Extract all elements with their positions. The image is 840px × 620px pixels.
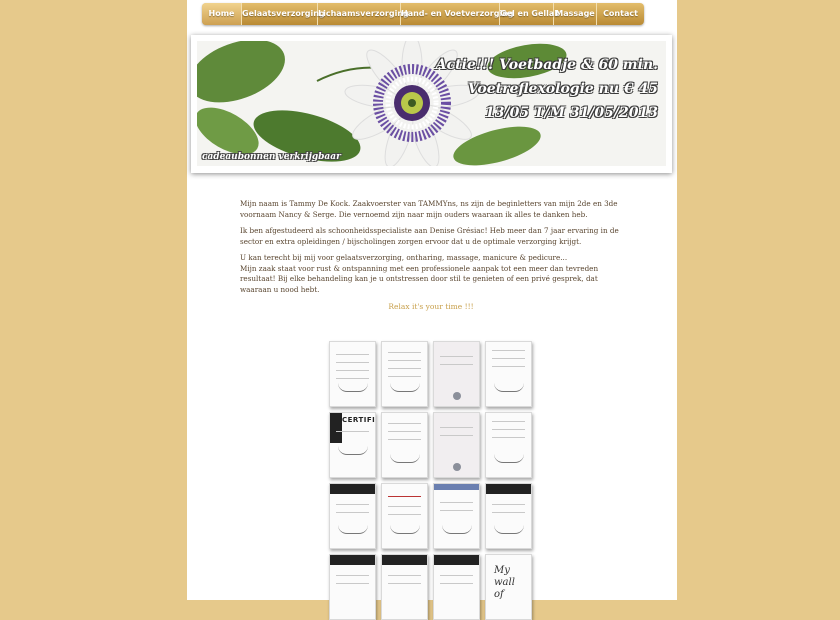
wall-text-1: My <box>494 565 510 576</box>
certificate-thumbnail[interactable] <box>329 341 376 407</box>
certificate-thumbnail[interactable] <box>381 341 428 407</box>
wall-text-3: of <box>494 589 504 600</box>
certificate-thumbnail[interactable] <box>381 412 428 478</box>
certificate-thumbnail[interactable] <box>485 483 532 549</box>
nav-hand-en-voetverzorging[interactable]: Hand- en Voetverzorging <box>401 3 514 25</box>
certificate-thumbnail[interactable]: CERTIFIC <box>329 412 376 478</box>
certificate-thumbnail[interactable] <box>485 341 532 407</box>
certificate-thumbnail[interactable] <box>381 554 428 620</box>
intro-paragraph-1: Mijn naam is Tammy De Kock. Zaakvoerster… <box>240 199 618 219</box>
certificate-thumbnail[interactable] <box>381 483 428 549</box>
certificate-thumbnail[interactable] <box>433 341 480 407</box>
nav-lichaamsverzorging[interactable]: Lichaamsverzorging <box>318 3 409 25</box>
nav-gelaatsverzorging[interactable]: Gelaatsverzorging <box>242 3 325 25</box>
intro-text: Mijn naam is Tammy De Kock. Zaakvoerster… <box>240 199 622 301</box>
gift-vouchers-text: cadeaubonnen verkrijgbaar <box>202 152 341 162</box>
nav-home[interactable]: Home <box>202 3 242 25</box>
certificate-thumbnail[interactable] <box>433 554 480 620</box>
nav-gel-en-gellak[interactable]: Gel en Gellak <box>500 3 560 25</box>
promo-line-3: 13/05 T/M 31/05/2013 <box>484 105 658 121</box>
wall-text-2: wall <box>494 577 515 588</box>
intro-paragraph-2: Ik ben afgestudeerd als schoonheidsspeci… <box>240 226 619 246</box>
intro-paragraph-3a: U kan terecht bij mij voor gelaatsverzor… <box>240 253 568 262</box>
main-navigation: Home Gelaatsverzorging Lichaamsverzorgin… <box>202 3 644 25</box>
nav-contact[interactable]: Contact <box>597 3 644 25</box>
nav-massage[interactable]: Massage <box>554 3 597 25</box>
promo-line-2: Voetreflexologie nu € 45 <box>467 81 658 97</box>
wall-of-fame-thumbnail[interactable]: My wall of <box>485 554 532 620</box>
certificate-thumbnail[interactable] <box>329 554 376 620</box>
promo-line-1: Actie!!! Voetbadje & 60 min. <box>435 57 658 73</box>
certificate-thumbnail[interactable] <box>433 412 480 478</box>
certificate-thumbnail[interactable] <box>485 412 532 478</box>
certificate-label: CERTIFIC <box>342 416 376 424</box>
certificate-thumbnail[interactable] <box>329 483 376 549</box>
banner-image: Actie!!! Voetbadje & 60 min. Voetreflexo… <box>197 41 666 166</box>
certificate-thumbnail[interactable] <box>433 483 480 549</box>
intro-paragraph-3b: Mijn zaak staat voor rust & ontspanning … <box>240 263 599 294</box>
tagline: Relax it's your time !!! <box>388 302 474 311</box>
banner-frame: Actie!!! Voetbadje & 60 min. Voetreflexo… <box>191 35 672 173</box>
